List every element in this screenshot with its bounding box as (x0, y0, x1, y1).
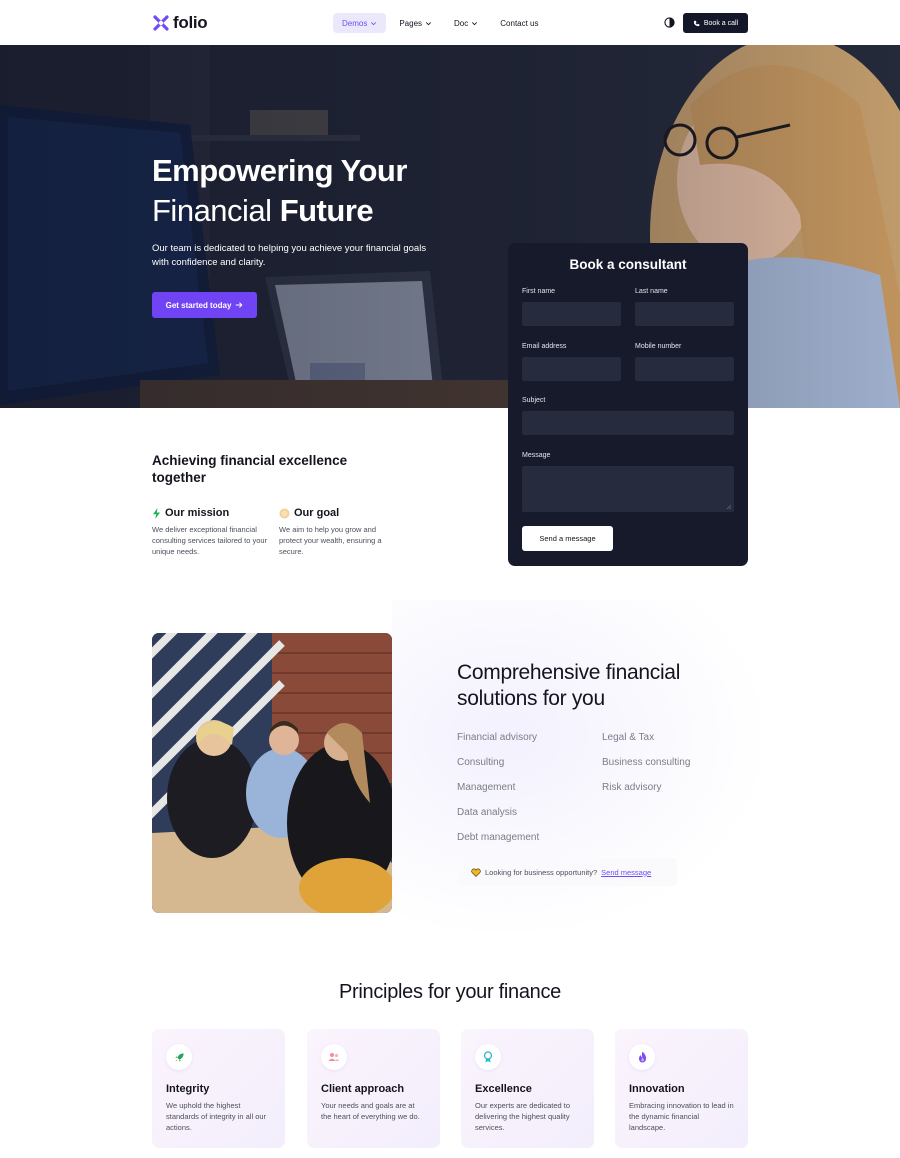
first-name-input[interactable] (522, 302, 621, 326)
form-title: Book a consultant (569, 257, 687, 272)
solution-item[interactable]: Debt management (457, 825, 539, 850)
subject-label: Subject (522, 397, 546, 404)
menu-item-doc[interactable]: Doc (445, 13, 487, 33)
mobile-input[interactable] (635, 357, 734, 381)
brand-logo[interactable]: folio (153, 13, 208, 33)
mission-title: Our mission (165, 507, 230, 519)
main-menu: Demos Pages Doc Contact us (333, 13, 548, 33)
mobile-label: Mobile number (635, 343, 682, 350)
last-name-input[interactable] (635, 302, 734, 326)
lightning-icon (153, 507, 160, 519)
first-name-label: First name (522, 288, 556, 295)
menu-item-label: Doc (454, 18, 469, 28)
principle-card-excellence: Excellence Our experts are dedicated to … (461, 1029, 594, 1148)
menu-item-demos[interactable]: Demos (333, 13, 387, 33)
chevron-down-icon (472, 21, 478, 25)
principle-card-client-approach: Client approach Your needs and goals are… (307, 1029, 440, 1148)
solution-item[interactable]: Financial advisory (457, 725, 539, 750)
solution-item[interactable]: Management (457, 775, 539, 800)
opportunity-text: Looking for business opportunity? (485, 867, 598, 877)
principle-title: Excellence (475, 1083, 532, 1095)
menu-item-contact[interactable]: Contact us (491, 13, 547, 33)
top-navbar: folio Demos Pages Doc Contact us Book a … (0, 0, 900, 45)
flame-icon (629, 1044, 655, 1070)
theme-toggle-icon[interactable] (664, 17, 675, 28)
get-started-button[interactable]: Get started today (152, 292, 257, 318)
chevron-down-icon (426, 21, 432, 25)
goal-title: Our goal (294, 507, 340, 519)
principle-text: Our experts are dedicated to delivering … (475, 1101, 571, 1132)
principle-title: Client approach (321, 1083, 405, 1095)
solutions-list-left: Financial advisory Consulting Management… (457, 725, 539, 850)
solutions-list-right: Legal & Tax Business consulting Risk adv… (602, 725, 690, 800)
goal-text: We aim to help you grow and protect your… (279, 525, 382, 556)
hero-section: Empowering Your Financial Future Our tea… (0, 45, 900, 408)
email-input[interactable] (522, 357, 621, 381)
principle-card-integrity: Integrity We uphold the highest standard… (152, 1029, 285, 1148)
solutions-title: Comprehensive financial solutions for yo… (457, 661, 681, 710)
send-message-button[interactable]: Send a message (522, 526, 613, 551)
book-call-label: Book a call (703, 19, 739, 27)
principles-title: Principles for your finance (338, 981, 561, 1003)
heart-icon (471, 868, 481, 877)
resize-handle-icon[interactable] (726, 504, 732, 510)
users-icon (321, 1044, 347, 1070)
book-call-button[interactable]: Book a call (683, 13, 748, 33)
principle-title: Integrity (166, 1083, 210, 1095)
coin-icon (279, 508, 290, 518)
menu-item-pages[interactable]: Pages (390, 13, 441, 33)
about-title: Achieving financial excellence together (152, 453, 348, 485)
phone-icon (693, 20, 700, 26)
hero-title-emphasis: Future (279, 193, 374, 228)
menu-item-label: Demos (342, 18, 368, 28)
principle-text: We uphold the highest standards of integ… (166, 1101, 267, 1132)
rocket-icon (166, 1044, 192, 1070)
principle-text: Your needs and goals are at the heart of… (321, 1101, 420, 1121)
hero-title-line2: Financial Future (152, 193, 374, 228)
mission-block: Our mission We deliver exceptional finan… (152, 507, 272, 557)
subject-input[interactable] (522, 411, 734, 435)
send-message-link[interactable]: Send message (601, 868, 651, 877)
solution-item[interactable]: Consulting (457, 750, 539, 775)
hero-title: Empowering Your Financial Future (152, 151, 407, 231)
menu-item-label: Pages (399, 18, 423, 28)
solution-item[interactable]: Risk advisory (602, 775, 690, 800)
principle-card-innovation: Innovation Embracing innovation to lead … (615, 1029, 748, 1148)
business-opportunity-banner: Looking for business opportunity? Send m… (457, 858, 677, 886)
get-started-label: Get started today (165, 300, 232, 310)
consultant-form: Book a consultant First name Last name E… (508, 243, 748, 566)
principle-title: Innovation (629, 1083, 685, 1095)
arrow-right-icon (236, 302, 243, 308)
mission-text: We deliver exceptional financial consult… (152, 525, 268, 556)
brand-mark-icon (153, 15, 169, 31)
team-meeting-image (152, 633, 392, 913)
email-label: Email address (522, 343, 567, 350)
award-icon (475, 1044, 501, 1070)
goal-block: Our goal We aim to help you grow and pro… (279, 507, 399, 557)
chevron-down-icon (371, 21, 377, 25)
message-textarea[interactable] (522, 466, 734, 512)
solution-item[interactable]: Business consulting (602, 750, 690, 775)
brand-name: folio (173, 13, 208, 32)
message-label: Message (522, 452, 551, 459)
solution-item[interactable]: Legal & Tax (602, 725, 690, 750)
principle-text: Embracing innovation to lead in the dyna… (629, 1101, 734, 1132)
last-name-label: Last name (635, 288, 668, 295)
menu-item-label: Contact us (500, 18, 539, 28)
solution-item[interactable]: Data analysis (457, 800, 539, 825)
hero-title-line1: Empowering Your (152, 153, 407, 188)
hero-subtitle: Our team is dedicated to helping you ach… (152, 243, 427, 268)
